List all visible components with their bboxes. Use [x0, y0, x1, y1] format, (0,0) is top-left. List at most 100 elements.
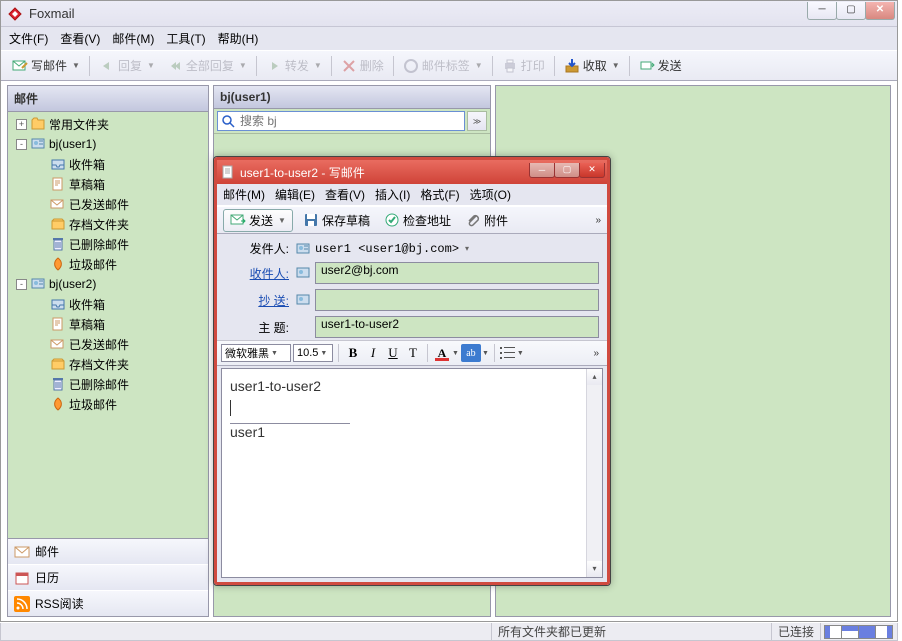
main-titlebar[interactable]: Foxmail ─ ▢ ✕	[1, 1, 897, 27]
tree-node[interactable]: 存档文件夹	[8, 354, 208, 374]
compose-save-button[interactable]: 保存草稿	[299, 210, 374, 231]
list-button[interactable]	[500, 345, 516, 361]
delete-icon	[341, 58, 357, 74]
menu-help[interactable]: 帮助(H)	[218, 30, 259, 47]
cmenu-edit[interactable]: 编辑(E)	[275, 186, 315, 203]
message-body-editor[interactable]: user1-to-user2 user1 ▴ ▾	[221, 368, 603, 578]
tree-node[interactable]: 收件箱	[8, 294, 208, 314]
compose-doc-icon	[221, 165, 235, 179]
italic-button[interactable]: I	[364, 344, 382, 362]
scroll-up-icon[interactable]: ▴	[587, 369, 602, 385]
tree-node[interactable]: 草稿箱	[8, 314, 208, 334]
underline-button[interactable]: U	[384, 344, 402, 362]
rss-tab-icon	[14, 596, 30, 612]
folder-tree[interactable]: +常用文件夹-bj(user1)收件箱草稿箱已发送邮件存档文件夹已删除邮件垃圾邮…	[8, 112, 208, 538]
tree-label: 收件箱	[69, 296, 105, 313]
menu-tools[interactable]: 工具(T)	[166, 30, 205, 47]
tree-node[interactable]: 已发送邮件	[8, 334, 208, 354]
tree-node[interactable]: 已发送邮件	[8, 194, 208, 214]
font-button[interactable]: T	[404, 344, 422, 362]
drafts-icon	[50, 316, 66, 332]
tree-node[interactable]: 已删除邮件	[8, 234, 208, 254]
bold-button[interactable]: B	[344, 344, 362, 362]
send-mail-icon	[230, 212, 246, 228]
subject-input[interactable]: user1-to-user2	[315, 316, 599, 338]
forward-button[interactable]: 转发▼	[261, 54, 327, 77]
sent-icon	[50, 196, 66, 212]
cc-input[interactable]	[315, 289, 599, 311]
scroll-down-icon[interactable]: ▾	[587, 561, 602, 577]
tags-button[interactable]: 邮件标签▼	[398, 54, 488, 77]
cc-label[interactable]: 抄 送:	[225, 292, 295, 309]
expand-toggle[interactable]: -	[16, 279, 27, 290]
font-family-combo[interactable]: 微软雅黑▼	[221, 344, 291, 362]
sidebar-header: 邮件	[8, 86, 208, 112]
tree-node[interactable]: -bj(user1)	[8, 134, 208, 154]
tree-label: 存档文件夹	[69, 356, 129, 373]
tab-calendar[interactable]: 日历	[8, 564, 208, 590]
compose-minimize-button[interactable]: ─	[529, 163, 555, 178]
compose-send-button[interactable]: 发送▼	[223, 209, 293, 232]
search-options-button[interactable]: ≫	[467, 111, 487, 131]
cmenu-view[interactable]: 查看(V)	[325, 186, 365, 203]
tab-mail[interactable]: 邮件	[8, 539, 208, 564]
send-icon	[639, 58, 655, 74]
layout-3[interactable]	[858, 625, 876, 639]
compose-button[interactable]: 写邮件▼	[7, 54, 85, 77]
tree-node[interactable]: 收件箱	[8, 154, 208, 174]
tree-node[interactable]: -bj(user2)	[8, 274, 208, 294]
tab-rss[interactable]: RSS阅读	[8, 590, 208, 616]
tree-node[interactable]: +常用文件夹	[8, 114, 208, 134]
tree-node[interactable]: 存档文件夹	[8, 214, 208, 234]
reply-all-button[interactable]: 全部回复▼	[162, 54, 252, 77]
font-size-combo[interactable]: 10.5▼	[293, 344, 333, 362]
tree-node[interactable]: 垃圾邮件	[8, 394, 208, 414]
compose-close-button[interactable]: ✕	[579, 163, 605, 178]
editor-scrollbar[interactable]: ▴ ▾	[586, 369, 602, 577]
minimize-button[interactable]: ─	[807, 2, 837, 20]
compose-window: user1-to-user2 - 写邮件 ─ ▢ ✕ 邮件(M) 编辑(E) 查…	[213, 156, 611, 586]
compose-check-button[interactable]: 检查地址	[380, 210, 455, 231]
tree-node[interactable]: 已删除邮件	[8, 374, 208, 394]
close-button[interactable]: ✕	[865, 2, 895, 20]
compose-maximize-button[interactable]: ▢	[554, 163, 580, 178]
cmenu-insert[interactable]: 插入(I)	[375, 186, 410, 203]
expand-toggle[interactable]: -	[16, 139, 27, 150]
save-icon	[303, 212, 319, 228]
font-color-button[interactable]: A	[433, 344, 451, 362]
layout-2[interactable]	[841, 625, 859, 639]
search-input[interactable]	[217, 111, 465, 131]
print-icon	[502, 58, 518, 74]
send-button[interactable]: 发送	[634, 54, 687, 77]
reply-button[interactable]: 回复▼	[94, 54, 160, 77]
expand-toggle[interactable]: +	[16, 119, 27, 130]
contact-icon	[295, 265, 311, 281]
maximize-button[interactable]: ▢	[836, 2, 866, 20]
calendar-tab-icon	[14, 570, 30, 586]
from-selector[interactable]: user1 <user1@bj.com> ▾	[295, 241, 469, 257]
format-toolbar: 微软雅黑▼ 10.5▼ B I U T A▼ ab▼ ▼ »	[217, 340, 607, 366]
tree-node[interactable]: 垃圾邮件	[8, 254, 208, 274]
toolbar-overflow-icon[interactable]: »	[595, 215, 601, 226]
receive-button[interactable]: 收取▼	[559, 54, 625, 77]
layout-1[interactable]	[824, 625, 842, 639]
cmenu-mail[interactable]: 邮件(M)	[223, 186, 265, 203]
compose-titlebar[interactable]: user1-to-user2 - 写邮件 ─ ▢ ✕	[217, 160, 607, 184]
menu-file[interactable]: 文件(F)	[9, 30, 48, 47]
inbox-icon	[50, 296, 66, 312]
format-overflow-icon[interactable]: »	[593, 348, 603, 359]
layout-4[interactable]	[875, 625, 893, 639]
to-input[interactable]: user2@bj.com	[315, 262, 599, 284]
account-icon	[295, 241, 311, 257]
tree-node[interactable]: 草稿箱	[8, 174, 208, 194]
cmenu-format[interactable]: 格式(F)	[420, 186, 459, 203]
delete-button[interactable]: 删除	[336, 54, 389, 77]
menu-view[interactable]: 查看(V)	[60, 30, 100, 47]
to-label[interactable]: 收件人:	[225, 265, 295, 282]
print-button[interactable]: 打印	[497, 54, 550, 77]
compose-attach-button[interactable]: 附件	[461, 210, 512, 231]
menu-mail[interactable]: 邮件(M)	[112, 30, 154, 47]
cmenu-options[interactable]: 选项(O)	[470, 186, 511, 203]
highlight-button[interactable]: ab	[461, 344, 481, 362]
junk-icon	[50, 396, 66, 412]
